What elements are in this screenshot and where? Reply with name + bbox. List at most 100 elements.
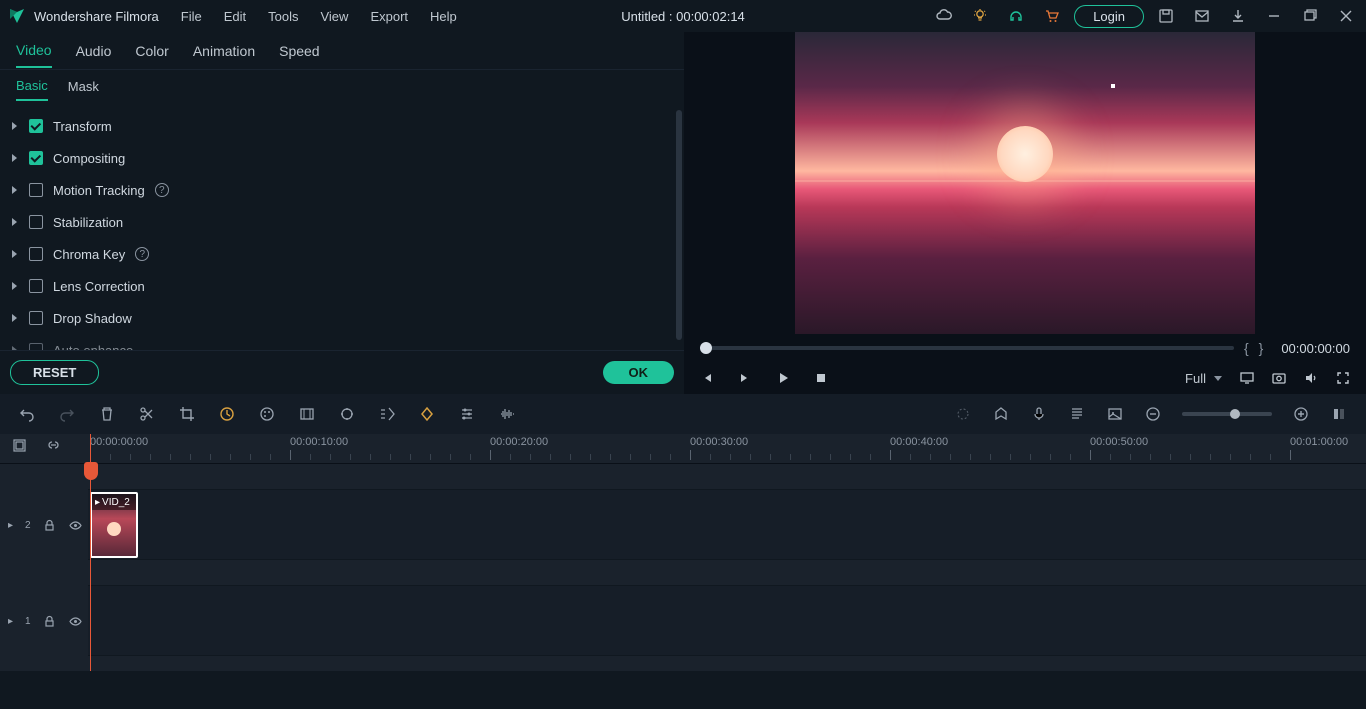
crop-icon[interactable] xyxy=(178,405,196,423)
mixer-icon[interactable] xyxy=(1068,405,1086,423)
expand-icon[interactable] xyxy=(12,346,17,350)
maximize-icon[interactable] xyxy=(1296,2,1324,30)
voiceover-icon[interactable] xyxy=(1030,405,1048,423)
eye-icon[interactable] xyxy=(69,614,83,628)
eye-icon[interactable] xyxy=(69,518,83,532)
login-button[interactable]: Login xyxy=(1074,5,1144,28)
download-icon[interactable] xyxy=(1224,2,1252,30)
tab-color[interactable]: Color xyxy=(135,35,168,67)
checkbox[interactable] xyxy=(29,247,43,261)
color-icon[interactable] xyxy=(258,405,276,423)
subtab-basic[interactable]: Basic xyxy=(16,72,48,101)
menu-tools[interactable]: Tools xyxy=(268,9,298,24)
track-spacer[interactable] xyxy=(88,560,1366,586)
green-screen-icon[interactable] xyxy=(298,405,316,423)
prop-motion-tracking[interactable]: Motion Tracking? xyxy=(10,174,678,206)
lock-icon[interactable] xyxy=(43,518,57,532)
menu-export[interactable]: Export xyxy=(370,9,408,24)
step-back-icon[interactable] xyxy=(700,371,714,385)
prop-auto-enhance[interactable]: Auto enhance xyxy=(10,334,678,350)
video-track-2[interactable]: ▸VID_2 xyxy=(88,490,1366,560)
tab-audio[interactable]: Audio xyxy=(76,35,112,67)
preview-viewport[interactable] xyxy=(684,32,1366,334)
lightbulb-icon[interactable] xyxy=(966,2,994,30)
expand-icon[interactable] xyxy=(12,122,17,130)
track-select-icon[interactable] xyxy=(378,405,396,423)
expand-icon[interactable] xyxy=(12,218,17,226)
display-icon[interactable] xyxy=(1240,371,1254,385)
mail-icon[interactable] xyxy=(1188,2,1216,30)
speed-icon[interactable] xyxy=(218,405,236,423)
menu-file[interactable]: File xyxy=(181,9,202,24)
menu-help[interactable]: Help xyxy=(430,9,457,24)
cloud-icon[interactable] xyxy=(930,2,958,30)
expand-icon[interactable] xyxy=(12,250,17,258)
reset-button[interactable]: RESET xyxy=(10,360,99,385)
undo-icon[interactable] xyxy=(18,405,36,423)
prop-compositing[interactable]: Compositing xyxy=(10,142,678,174)
ok-button[interactable]: OK xyxy=(603,361,675,384)
prop-lens-correction[interactable]: Lens Correction xyxy=(10,270,678,302)
zoom-in-icon[interactable] xyxy=(1292,405,1310,423)
minimize-icon[interactable] xyxy=(1260,2,1288,30)
fullscreen-icon[interactable] xyxy=(1336,371,1350,385)
stop-icon[interactable] xyxy=(814,371,828,385)
menu-view[interactable]: View xyxy=(320,9,348,24)
scrub-handle[interactable] xyxy=(700,342,712,354)
tab-speed[interactable]: Speed xyxy=(279,35,319,67)
clip[interactable]: ▸VID_2 xyxy=(90,492,138,558)
cart-icon[interactable] xyxy=(1038,2,1066,30)
quality-select[interactable]: Full xyxy=(1185,371,1222,386)
tab-animation[interactable]: Animation xyxy=(193,35,255,67)
expand-icon[interactable] xyxy=(12,314,17,322)
checkbox[interactable] xyxy=(29,343,43,350)
timeline-ruler[interactable]: 00:00:00:0000:00:10:0000:00:20:0000:00:3… xyxy=(0,434,1366,464)
checkbox[interactable] xyxy=(29,151,43,165)
playhead-grip[interactable] xyxy=(84,462,98,480)
close-icon[interactable] xyxy=(1332,2,1360,30)
headset-icon[interactable] xyxy=(1002,2,1030,30)
audio-wave-icon[interactable] xyxy=(498,405,516,423)
split-icon[interactable] xyxy=(138,405,156,423)
help-icon[interactable]: ? xyxy=(155,183,169,197)
checkbox[interactable] xyxy=(29,119,43,133)
tab-video[interactable]: Video xyxy=(16,34,52,68)
zoom-out-icon[interactable] xyxy=(1144,405,1162,423)
prop-drop-shadow[interactable]: Drop Shadow xyxy=(10,302,678,334)
redo-icon[interactable] xyxy=(58,405,76,423)
expand-icon[interactable] xyxy=(12,282,17,290)
help-icon[interactable]: ? xyxy=(135,247,149,261)
keyframe-icon[interactable] xyxy=(418,405,436,423)
mark-out-icon[interactable]: } xyxy=(1259,340,1264,356)
lock-icon[interactable] xyxy=(43,614,57,628)
render-icon[interactable] xyxy=(954,405,972,423)
checkbox[interactable] xyxy=(29,279,43,293)
prop-stabilization[interactable]: Stabilization xyxy=(10,206,678,238)
picture-icon[interactable] xyxy=(1106,405,1124,423)
scrub-track[interactable] xyxy=(700,346,1234,350)
snapshot-icon[interactable] xyxy=(1272,371,1286,385)
video-track-1[interactable] xyxy=(88,586,1366,656)
checkbox[interactable] xyxy=(29,183,43,197)
track-spacer[interactable] xyxy=(88,464,1366,490)
expand-icon[interactable] xyxy=(12,186,17,194)
zoom-slider[interactable] xyxy=(1182,412,1272,416)
delete-icon[interactable] xyxy=(98,405,116,423)
checkbox[interactable] xyxy=(29,215,43,229)
mark-in-icon[interactable]: { xyxy=(1244,340,1249,356)
volume-icon[interactable] xyxy=(1304,371,1318,385)
motion-icon[interactable] xyxy=(338,405,356,423)
adjust-icon[interactable] xyxy=(458,405,476,423)
zoom-fit-icon[interactable] xyxy=(1330,405,1348,423)
subtab-mask[interactable]: Mask xyxy=(68,73,99,100)
scrollbar[interactable] xyxy=(676,110,682,340)
zoom-handle[interactable] xyxy=(1230,409,1240,419)
prop-transform[interactable]: Transform xyxy=(10,110,678,142)
prop-chroma-key[interactable]: Chroma Key? xyxy=(10,238,678,270)
play-icon[interactable] xyxy=(776,371,790,385)
step-forward-icon[interactable] xyxy=(738,371,752,385)
marker-icon[interactable] xyxy=(992,405,1010,423)
menu-edit[interactable]: Edit xyxy=(224,9,246,24)
save-icon[interactable] xyxy=(1152,2,1180,30)
expand-icon[interactable] xyxy=(12,154,17,162)
